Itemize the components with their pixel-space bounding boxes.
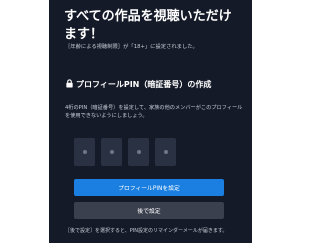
set-later-button[interactable]: 後で設定 [74, 202, 224, 219]
pin-dot-icon [136, 150, 141, 154]
pin-dot-icon [109, 150, 114, 154]
pin-section-heading: プロフィールPIN（暗証番号）の作成 [65, 79, 245, 91]
age-limit-notice: ［年齢による視聴制限］が「18+」に設定されました。 [65, 44, 198, 50]
page-title: すべての作品を視聴いただけます！ [64, 9, 232, 42]
lock-icon [66, 79, 73, 88]
pin-description: 4桁のPIN（暗証番号）を設定して、家族の他のメンバーがこのプロフィールを使用で… [65, 105, 243, 119]
pin-dot-icon [163, 150, 168, 154]
pin-input-group [74, 138, 176, 166]
set-pin-button[interactable]: プロフィールPINを設定 [74, 179, 224, 196]
pin-setup-panel: すべての作品を視聴いただけます！ ［年齢による視聴制限］が「18+」に設定されま… [49, 0, 252, 243]
pin-digit-input-2[interactable] [101, 138, 122, 166]
pin-digit-input-3[interactable] [128, 138, 149, 166]
pin-heading-text: プロフィールPIN（暗証番号）の作成 [76, 80, 212, 89]
pin-digit-input-4[interactable] [155, 138, 176, 166]
pin-dot-icon [82, 150, 87, 154]
pin-digit-input-1[interactable] [74, 138, 95, 166]
reminder-footnote: ［後で設定］を選択すると、PIN設定のリマインダーメールが届きます。 [65, 228, 228, 234]
